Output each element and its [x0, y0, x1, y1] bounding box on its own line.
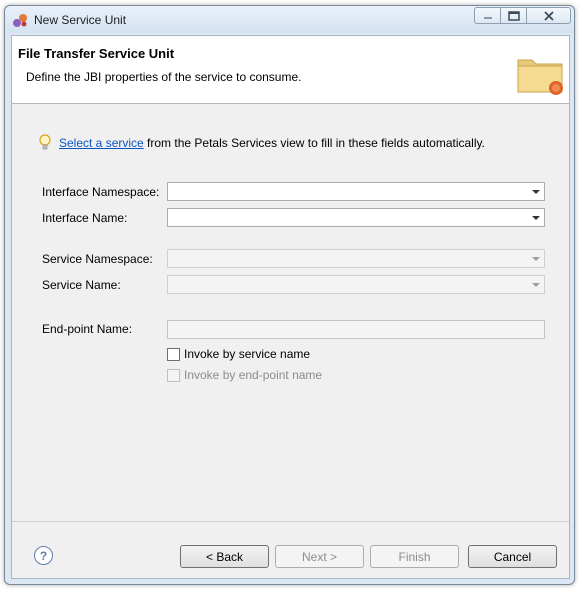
invoke-by-endpoint-checkbox: Invoke by end-point name — [167, 368, 322, 382]
invoke-by-endpoint-label: Invoke by end-point name — [184, 368, 323, 382]
button-bar-separator — [12, 521, 569, 522]
invoke-by-service-checkbox[interactable]: Invoke by service name — [167, 347, 310, 361]
folder-icon — [517, 59, 563, 95]
window-title: New Service Unit — [34, 13, 127, 27]
chevron-down-icon[interactable] — [527, 183, 544, 200]
chevron-down-icon[interactable] — [527, 209, 544, 226]
title-bar[interactable]: New Service Unit — [5, 6, 574, 33]
chevron-down-icon — [527, 250, 544, 267]
checkbox-box[interactable] — [167, 347, 180, 361]
app-icon — [13, 14, 27, 27]
page-title: File Transfer Service Unit — [18, 46, 175, 61]
close-button[interactable] — [527, 7, 571, 24]
help-icon[interactable]: ? — [34, 546, 53, 565]
maximize-button[interactable] — [501, 7, 527, 24]
endpoint-name-label: End-point Name: — [42, 322, 133, 336]
hint-row: Select a service from the Petals Service… — [38, 134, 485, 152]
service-namespace-combo — [167, 249, 545, 268]
invoke-by-service-label: Invoke by service name — [184, 347, 311, 361]
hint-text: from the Petals Services view to fill in… — [143, 136, 485, 150]
dialog-content: File Transfer Service Unit Define the JB… — [11, 35, 570, 579]
minimize-icon — [483, 16, 492, 19]
interface-namespace-combo[interactable] — [167, 182, 545, 201]
cancel-button[interactable]: Cancel — [468, 545, 557, 568]
maximize-icon — [507, 10, 520, 21]
checkbox-box — [167, 368, 180, 382]
minimize-button[interactable] — [474, 7, 501, 24]
interface-namespace-label: Interface Namespace: — [42, 185, 160, 199]
wizard-banner: File Transfer Service Unit Define the JB… — [12, 36, 569, 104]
interface-name-label: Interface Name: — [42, 211, 128, 225]
next-button: Next > — [275, 545, 364, 568]
select-service-link[interactable]: Select a service — [59, 136, 144, 150]
back-button[interactable]: < Back — [180, 545, 269, 568]
window-controls — [474, 7, 571, 24]
service-name-combo — [167, 275, 545, 294]
dialog-window: New Service Unit File Transfer Service U… — [4, 5, 575, 585]
finish-button: Finish — [370, 545, 459, 568]
service-name-label: Service Name: — [42, 278, 121, 292]
chevron-down-icon — [527, 276, 544, 293]
page-description: Define the JBI properties of the service… — [26, 70, 302, 84]
service-namespace-label: Service Namespace: — [42, 252, 153, 266]
lightbulb-icon — [39, 134, 51, 150]
endpoint-name-input — [167, 320, 545, 339]
interface-name-combo[interactable] — [167, 208, 545, 227]
close-icon — [543, 10, 554, 21]
